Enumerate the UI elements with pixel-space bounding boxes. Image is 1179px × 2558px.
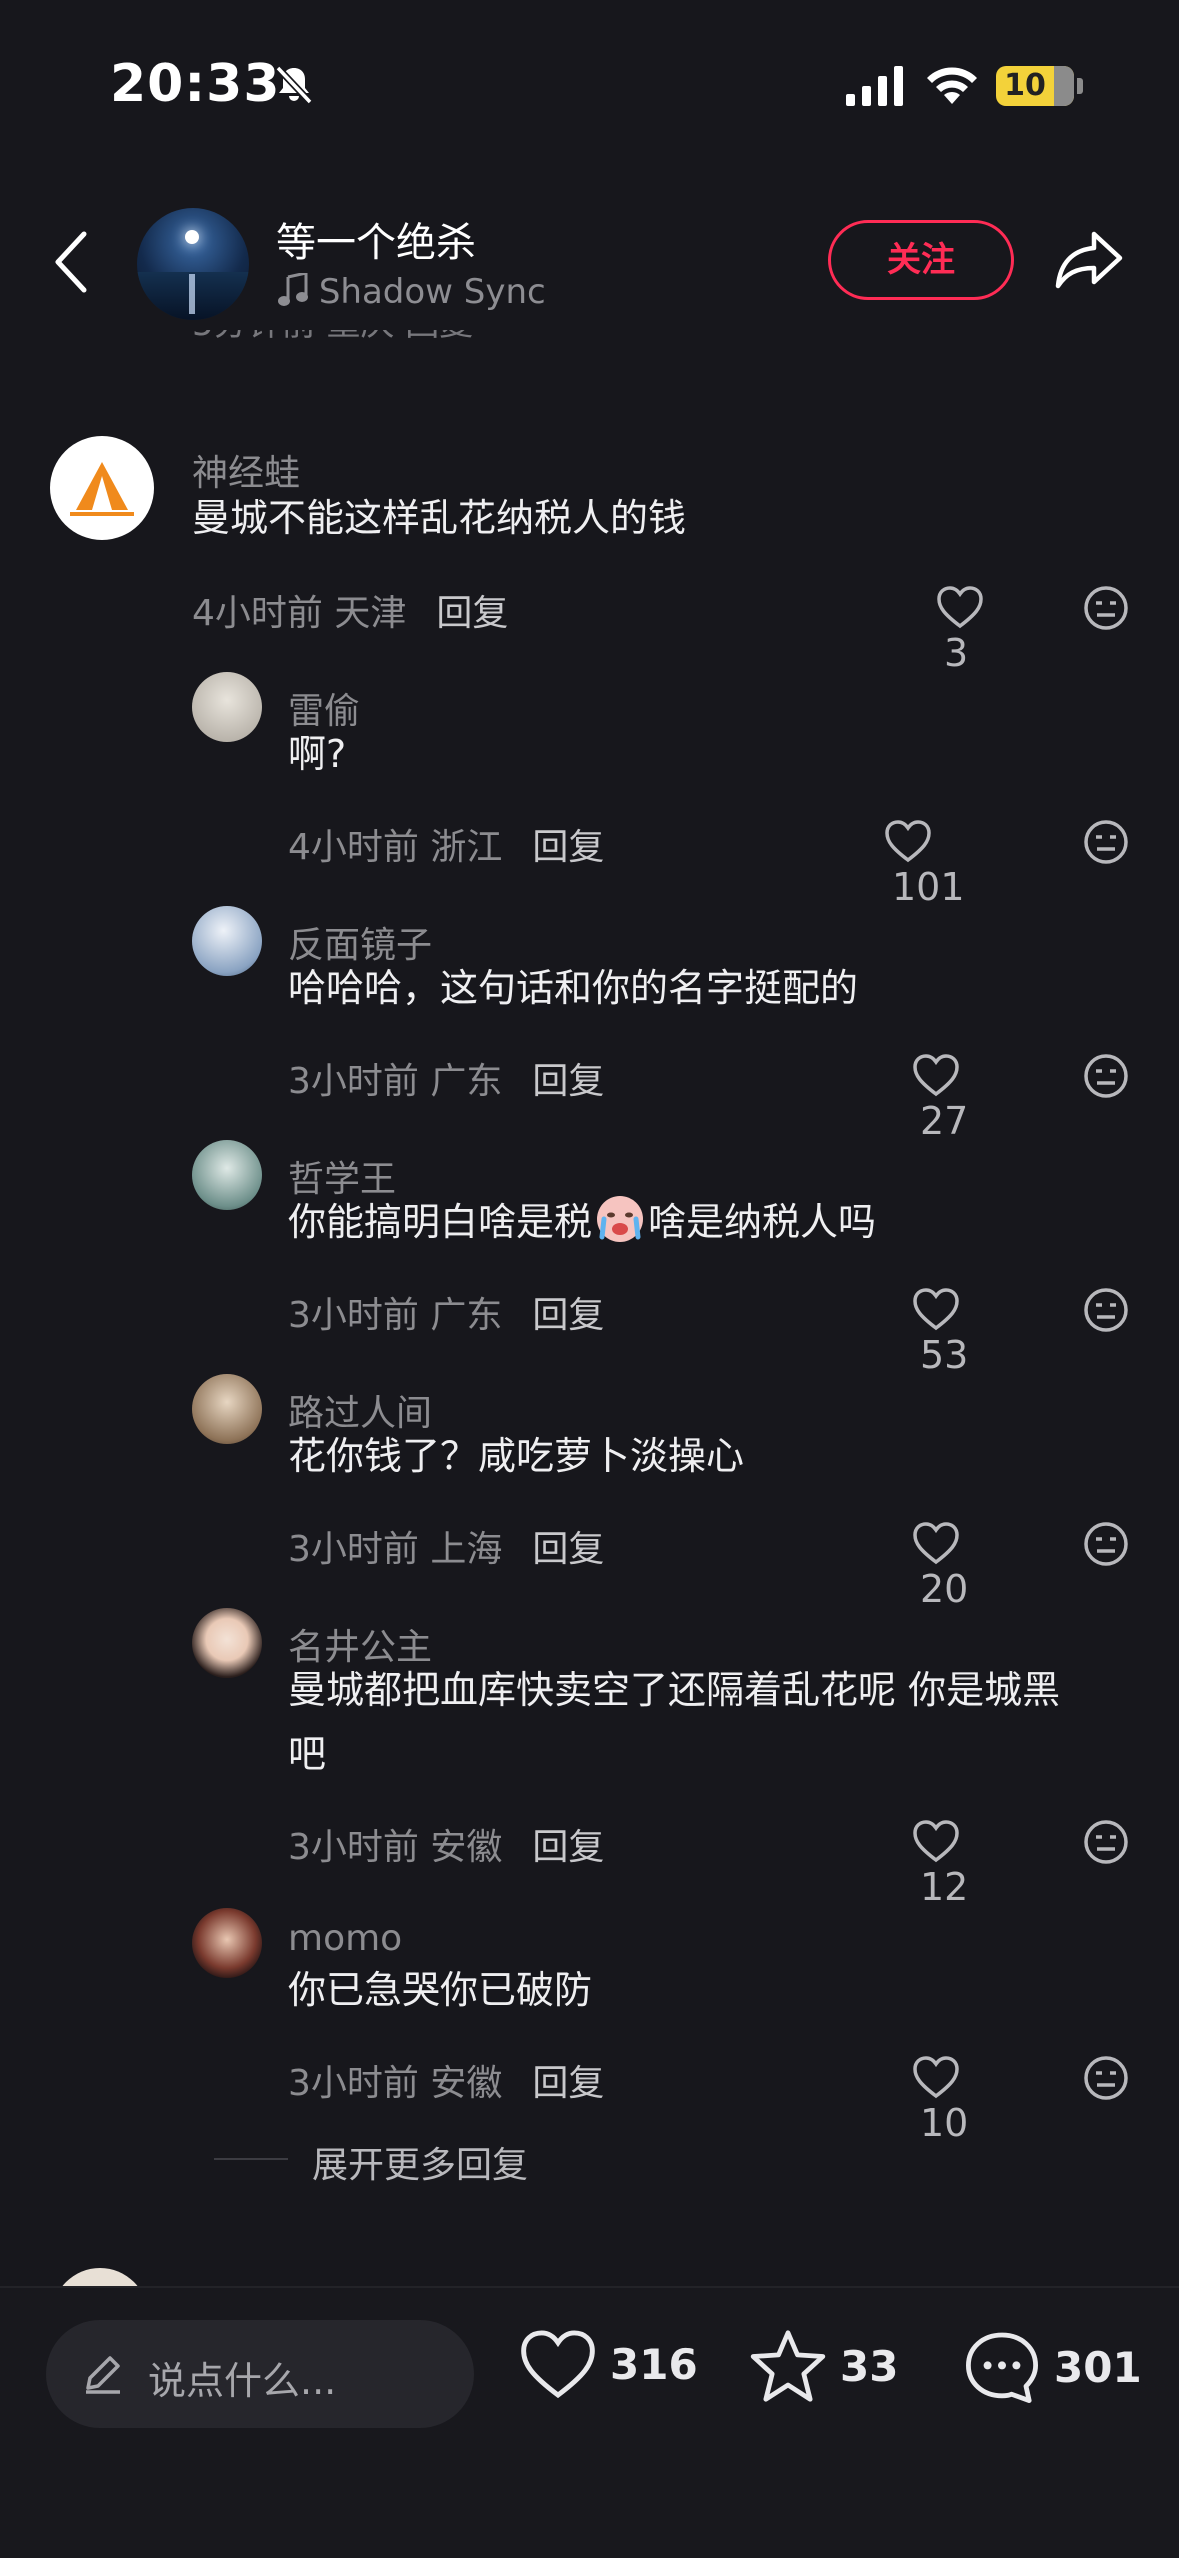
like-count: 101	[892, 865, 965, 909]
comment-meta: 3小时前 广东 回复	[288, 1061, 605, 1102]
heart-icon	[913, 1819, 959, 1862]
comment-text: 哈哈哈，这句话和你的名字挺配的	[288, 966, 859, 1010]
comment-input[interactable]: 说点什么...	[46, 2320, 474, 2428]
dislike-icon[interactable]	[1082, 1818, 1130, 1866]
like-button[interactable]: 27	[912, 1050, 968, 1143]
header: 等一个绝杀 Shadow Sync 关注	[0, 200, 1179, 330]
share-icon[interactable]	[1054, 228, 1124, 292]
star-icon	[750, 2330, 826, 2402]
comment-meta: 3小时前 上海 回复	[288, 1529, 605, 1570]
music-note-icon	[278, 271, 308, 306]
status-bar: 20:33 10	[0, 0, 1179, 170]
dislike-icon[interactable]	[1082, 1052, 1130, 1100]
bell-muted-icon	[275, 65, 313, 105]
dislike-icon[interactable]	[1082, 2054, 1130, 2102]
comment-text: 曼城不能这样乱花纳税人的钱	[192, 496, 687, 540]
like-count: 27	[920, 1099, 969, 1143]
dislike-icon[interactable]	[1082, 1520, 1130, 1568]
commenter-name[interactable]: momo	[288, 1918, 402, 1959]
comment-meta: 3小时前 安徽 回复	[288, 2063, 605, 2104]
favorite-count: 33	[840, 2341, 899, 2391]
crying-emoji-icon	[597, 1196, 644, 1242]
music-track[interactable]: Shadow Sync	[278, 271, 546, 312]
like-button[interactable]: 20	[912, 1518, 968, 1611]
comment-text: 你已急哭你已破防	[288, 1968, 593, 2012]
battery-icon: 10	[996, 66, 1074, 106]
commenter-avatar[interactable]	[192, 906, 262, 976]
dislike-icon[interactable]	[1082, 584, 1130, 632]
like-button[interactable]: 10	[912, 2052, 968, 2145]
pen-icon	[86, 2356, 120, 2394]
commenter-avatar[interactable]	[192, 1140, 262, 1210]
reply-button[interactable]: 回复	[436, 593, 508, 634]
wifi-icon	[927, 67, 977, 104]
comment-input-placeholder: 说点什么...	[148, 2359, 337, 2403]
comment-text: 你能搞明白啥是税 啥是纳税人吗	[288, 1190, 876, 1254]
back-arrow-icon[interactable]	[52, 230, 92, 294]
comment-text: 啊?	[288, 732, 347, 776]
tent-icon	[70, 462, 134, 516]
comment-bubble-icon	[966, 2332, 1038, 2403]
favorite-button[interactable]: 33	[748, 2328, 898, 2404]
like-button[interactable]: 101	[884, 816, 965, 909]
reply-button[interactable]: 回复	[532, 1529, 604, 1570]
comment-count: 301	[1054, 2342, 1142, 2392]
comment-text-line2: 吧	[288, 1732, 327, 1776]
like-count: 10	[920, 2101, 969, 2145]
like-post-button[interactable]: 316	[518, 2328, 698, 2400]
dislike-icon[interactable]	[1082, 818, 1130, 866]
commenter-avatar[interactable]	[192, 672, 262, 742]
heart-icon	[913, 1521, 959, 1564]
comment-meta: 3小时前 安徽 回复	[288, 1827, 605, 1868]
reply-button[interactable]: 回复	[532, 1295, 604, 1336]
author-avatar[interactable]	[137, 208, 249, 320]
heart-icon	[521, 2330, 595, 2399]
expand-more-label: 展开更多回复	[312, 2145, 529, 2186]
comment-text: 花你钱了？咸吃萝卜淡操心	[288, 1434, 745, 1478]
divider	[214, 2158, 288, 2160]
commenter-avatar[interactable]	[192, 1608, 262, 1678]
like-count: 20	[920, 1567, 969, 1611]
battery-level: 10	[1004, 68, 1046, 103]
reply-button[interactable]: 回复	[532, 2063, 604, 2104]
reply-button[interactable]: 回复	[532, 1061, 604, 1102]
comment-meta: 4小时前 天津 回复	[192, 593, 509, 634]
commenter-avatar[interactable]	[50, 436, 154, 540]
like-button[interactable]: 53	[912, 1284, 968, 1377]
like-count: 3	[944, 631, 969, 675]
commenter-avatar[interactable]	[192, 1374, 262, 1444]
comment-meta: 3小时前 广东 回复	[288, 1295, 605, 1336]
comment-text: 曼城都把血库快卖空了还隔着乱花呢 你是城黑	[288, 1668, 1061, 1712]
like-button[interactable]: 3	[936, 582, 984, 675]
follow-button[interactable]: 关注	[828, 220, 1014, 300]
author-name[interactable]: 等一个绝杀	[276, 210, 476, 268]
dislike-icon[interactable]	[1082, 1286, 1130, 1334]
reply-button[interactable]: 回复	[532, 1827, 604, 1868]
heart-icon	[913, 1053, 959, 1096]
heart-icon	[885, 819, 931, 862]
bottom-bar: 说点什么... 316 33 301	[0, 2286, 1179, 2558]
heart-icon	[913, 2055, 959, 2098]
post-like-count: 316	[610, 2339, 698, 2389]
comment-meta: 4小时前 浙江 回复	[288, 827, 605, 868]
reply-button[interactable]: 回复	[532, 827, 604, 868]
cellular-signal-icon	[846, 66, 903, 106]
status-time: 20:33	[110, 54, 281, 114]
like-count: 12	[920, 1865, 969, 1909]
commenter-avatar[interactable]	[192, 1908, 262, 1978]
like-count: 53	[920, 1333, 969, 1377]
heart-icon	[913, 1287, 959, 1330]
comments-button[interactable]: 301	[962, 2328, 1142, 2406]
like-button[interactable]: 12	[912, 1816, 968, 1909]
heart-icon	[937, 585, 983, 628]
